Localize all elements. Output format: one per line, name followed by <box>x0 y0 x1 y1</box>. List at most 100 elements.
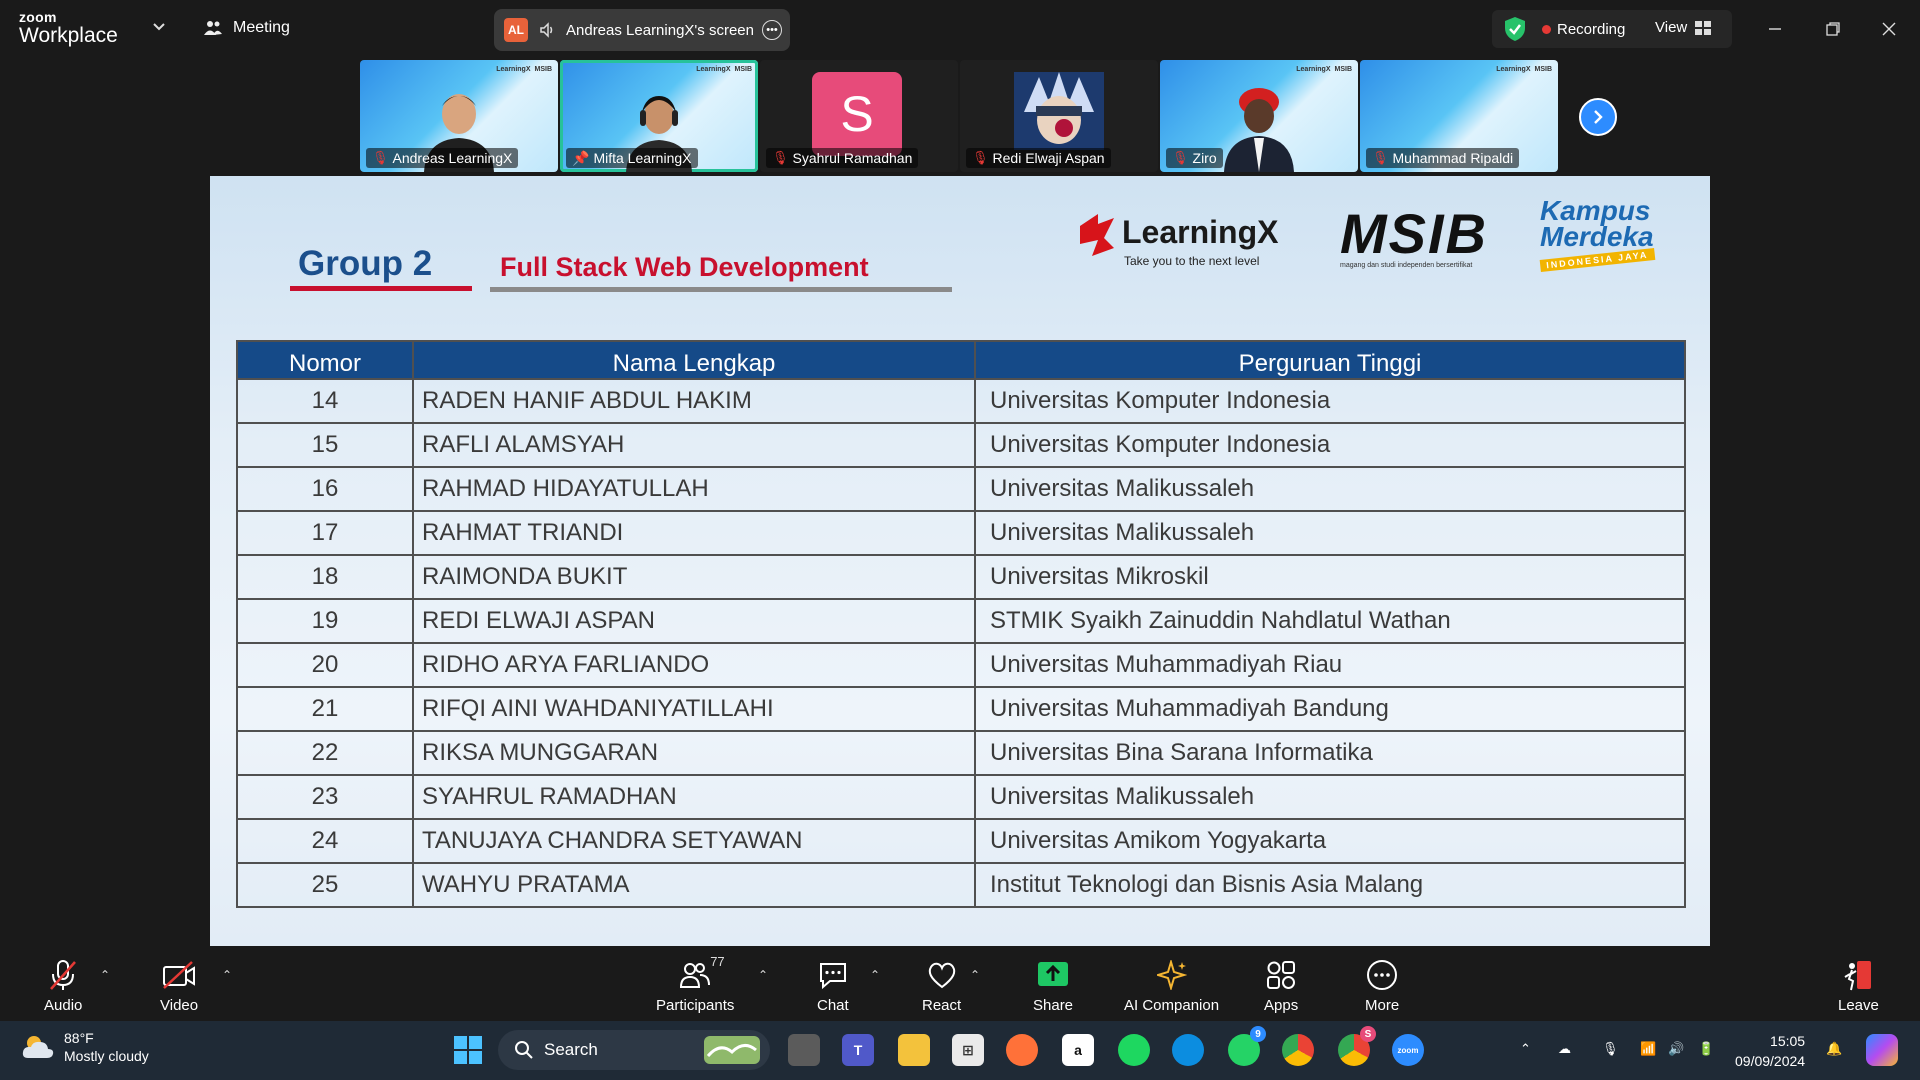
participant-name-tag: 🎙 Ziro <box>1166 148 1223 168</box>
table-header-row: Nomor Nama Lengkap Perguruan Tinggi <box>236 340 1686 380</box>
file-explorer-icon[interactable] <box>898 1034 930 1066</box>
more-options-icon[interactable]: ••• <box>762 20 782 40</box>
wifi-icon[interactable]: 📶 <box>1640 1041 1656 1057</box>
next-participants-button[interactable] <box>1579 98 1617 136</box>
participant-tile[interactable]: S 🎙 Syahrul Ramadhan <box>760 60 958 172</box>
cell-nomor: 16 <box>236 466 414 512</box>
participant-name: Andreas LearningX <box>392 150 513 166</box>
react-button[interactable]: React <box>922 958 961 1014</box>
windows-taskbar: 88°F Mostly cloudy Search T ⊞ a 9 S zoom… <box>0 1021 1920 1080</box>
participant-name-tag: 🎙 Syahrul Ramadhan <box>766 148 919 168</box>
participant-tile[interactable]: LearningX MSIB 🎙 Muhammad Ripaldi <box>1360 60 1558 172</box>
close-button[interactable] <box>1874 14 1904 44</box>
video-button[interactable]: Video <box>160 958 198 1014</box>
chevron-down-icon[interactable] <box>152 20 166 34</box>
recording-indicator[interactable]: Recording <box>1542 21 1625 38</box>
view-button[interactable]: View <box>1655 19 1712 36</box>
status-group: Recording View <box>1492 10 1732 48</box>
weather-widget[interactable]: 88°F Mostly cloudy <box>20 1029 149 1065</box>
taskbar-search[interactable]: Search <box>498 1030 770 1070</box>
participants-options-caret-icon[interactable]: ⌃ <box>758 968 768 982</box>
brand-small: zoom <box>19 9 57 25</box>
video-options-caret-icon[interactable]: ⌃ <box>222 968 232 982</box>
microsoft-store-icon[interactable]: ⊞ <box>952 1034 984 1066</box>
amazon-icon[interactable]: a <box>1062 1034 1094 1066</box>
screen-share-indicator[interactable]: AL Andreas LearningX's screen ••• <box>494 9 790 51</box>
battery-icon[interactable]: 🔋 <box>1698 1041 1714 1057</box>
table-row: 14 RADEN HANIF ABDUL HAKIM Universitas Kom… <box>236 378 1686 424</box>
chevron-right-icon <box>1594 110 1603 124</box>
more-icon <box>1367 960 1398 990</box>
meeting-menu[interactable]: Meeting <box>203 18 290 38</box>
chat-button[interactable]: Chat <box>817 958 849 1014</box>
participant-name-tag: 📌 Mifta LearningX <box>566 148 698 168</box>
audio-button[interactable]: Audio <box>44 958 82 1014</box>
participants-label: Participants <box>656 997 735 1014</box>
meeting-icon <box>204 21 222 35</box>
participant-name-tag: 🎙 Redi Elwaji Aspan <box>966 148 1111 168</box>
whatsapp-icon[interactable]: 9 <box>1228 1026 1266 1066</box>
task-view-icon[interactable] <box>788 1034 820 1066</box>
table-row: 22 RIKSA MUNGGARAN Universitas Bina Sarana… <box>236 730 1686 776</box>
cell-nama: RAHMAT TRIANDI <box>412 510 976 556</box>
header-nama-lengkap: Nama Lengkap <box>412 340 976 380</box>
start-button[interactable] <box>452 1034 484 1066</box>
cell-nama: RAFLI ALAMSYAH <box>412 422 976 468</box>
speaker-icon <box>540 22 553 38</box>
cell-nomor: 19 <box>236 598 414 644</box>
table-row: 18 RAIMONDA BUKIT Universitas Mikroskil <box>236 554 1686 600</box>
shield-check-icon[interactable] <box>1504 16 1526 42</box>
participants-button[interactable]: 77 Participants <box>656 954 735 1014</box>
chrome-icon[interactable] <box>1282 1034 1314 1066</box>
restore-icon <box>1826 22 1840 36</box>
merdeka-word: Merdeka <box>1540 221 1654 252</box>
participant-name: Syahrul Ramadhan <box>792 150 913 166</box>
firefox-icon[interactable] <box>1006 1034 1038 1066</box>
react-options-caret-icon[interactable]: ⌃ <box>970 968 980 982</box>
spotify-icon[interactable] <box>1118 1034 1150 1066</box>
minimize-button[interactable] <box>1760 14 1790 44</box>
cell-nomor: 25 <box>236 862 414 908</box>
cell-nama: RAHMAD HIDAYATULLAH <box>412 466 976 512</box>
participant-tile[interactable]: LearningX MSIB 🎙 Ziro <box>1160 60 1358 172</box>
tray-overflow-icon[interactable]: ⌃ <box>1520 1041 1531 1057</box>
chrome-profile-icon[interactable]: S <box>1338 1026 1376 1066</box>
title-bar: zoom Workplace Meeting AL Andreas Learni… <box>0 0 1920 58</box>
teams-icon[interactable]: T <box>842 1034 874 1066</box>
cell-perguruan: Universitas Malikussaleh <box>974 774 1686 820</box>
tray-microphone-icon[interactable]: 🎙 <box>1602 1041 1619 1057</box>
onedrive-icon[interactable]: ☁ <box>1558 1041 1571 1057</box>
restore-button[interactable] <box>1818 14 1848 44</box>
react-label: React <box>922 997 962 1014</box>
participant-tile-active[interactable]: LearningX MSIB 📌 Mifta LearningX <box>560 60 758 172</box>
msib-logo: MSIB magang dan studi independen bersert… <box>1340 206 1488 270</box>
share-button[interactable]: Share <box>1033 958 1073 1014</box>
chat-options-caret-icon[interactable]: ⌃ <box>870 968 880 982</box>
brand-big: Workplace <box>19 24 118 47</box>
copilot-icon[interactable] <box>1866 1034 1898 1066</box>
ai-companion-button[interactable]: AI Companion <box>1124 958 1219 1014</box>
weather-condition: Mostly cloudy <box>64 1048 149 1064</box>
leave-button[interactable]: Leave <box>1838 958 1879 1014</box>
volume-icon[interactable]: 🔊 <box>1668 1041 1684 1057</box>
participant-tile[interactable]: 🎙 Redi Elwaji Aspan <box>960 60 1158 172</box>
heart-icon <box>928 962 955 989</box>
participant-3d-avatar <box>1224 88 1294 172</box>
cell-nomor: 14 <box>236 378 414 424</box>
close-icon <box>1882 22 1896 36</box>
zoom-app-icon[interactable]: zoom <box>1392 1034 1424 1066</box>
notification-bell-icon[interactable]: 🔔 <box>1826 1041 1842 1057</box>
learningx-tagline: Take you to the next level <box>1124 254 1260 268</box>
participant-tile[interactable]: LearningX MSIB 🎙 Andreas LearningX <box>360 60 558 172</box>
edge-icon[interactable] <box>1172 1034 1204 1066</box>
more-button[interactable]: More <box>1365 958 1399 1014</box>
table-row: 25 WAHYU PRATAMA Institut Teknologi dan Bi… <box>236 862 1686 908</box>
cell-nomor: 15 <box>236 422 414 468</box>
participant-name: Mifta LearningX <box>593 150 692 166</box>
audio-options-caret-icon[interactable]: ⌃ <box>100 968 110 982</box>
track-title: Full Stack Web Development <box>500 252 869 282</box>
apps-button[interactable]: Apps <box>1264 958 1298 1014</box>
view-label: View <box>1655 19 1688 36</box>
taskbar-clock[interactable]: 15:05 09/09/2024 <box>1735 1031 1805 1071</box>
cell-perguruan: STMIK Syaikh Zainuddin Nahdlatul Wathan <box>974 598 1686 644</box>
